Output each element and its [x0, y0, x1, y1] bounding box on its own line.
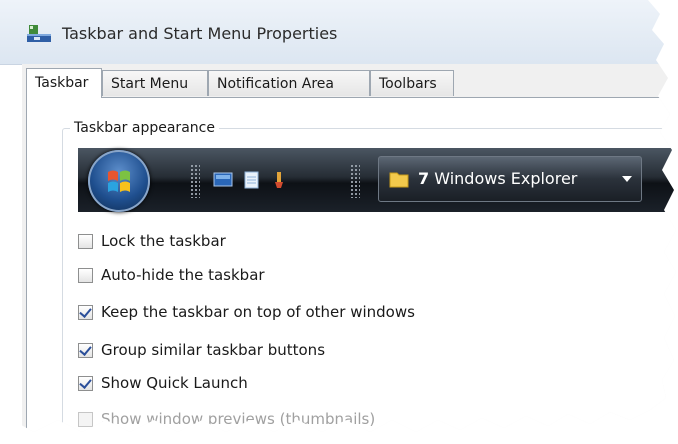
option-keep-on-top[interactable]: Keep the taskbar on top of other windows	[78, 301, 415, 323]
task-group-count: 7	[418, 169, 430, 188]
label-show-quick-launch: Show Quick Launch	[101, 374, 248, 392]
show-desktop-icon[interactable]	[212, 170, 234, 190]
checkbox-auto-hide[interactable]	[78, 267, 93, 283]
option-show-quick-launch[interactable]: Show Quick Launch	[78, 372, 248, 394]
option-group-buttons[interactable]: Group similar taskbar buttons	[78, 339, 325, 361]
tab-toolbars[interactable]: Toolbars	[370, 70, 454, 96]
title-bar: Taskbar and Start Menu Properties	[0, 0, 676, 65]
checkbox-lock-taskbar[interactable]	[78, 233, 93, 249]
windows-orb-icon	[88, 150, 150, 212]
taskbar-grip[interactable]	[190, 164, 200, 198]
checkbox-window-previews	[78, 411, 93, 427]
task-button-text: Windows Explorer	[434, 169, 578, 188]
taskbar-grip-2[interactable]	[350, 164, 360, 198]
tab-start-menu[interactable]: Start Menu	[102, 70, 208, 96]
notepad-icon[interactable]	[240, 170, 262, 190]
taskbar-properties-icon	[27, 25, 51, 42]
option-lock-taskbar[interactable]: Lock the taskbar	[78, 230, 226, 252]
checkbox-show-quick-launch[interactable]	[78, 375, 93, 391]
label-auto-hide: Auto-hide the taskbar	[101, 266, 265, 284]
checkbox-keep-on-top[interactable]	[78, 304, 93, 320]
label-lock-taskbar: Lock the taskbar	[101, 232, 226, 250]
task-button-label: 7 Windows Explorer	[418, 169, 577, 188]
window-title: Taskbar and Start Menu Properties	[62, 24, 338, 43]
paint-icon[interactable]	[268, 170, 290, 190]
group-label: Taskbar appearance	[70, 120, 219, 136]
label-window-previews: Show window previews (thumbnails)	[101, 410, 376, 428]
window: Taskbar and Start Menu Properties Taskba…	[0, 0, 676, 432]
tab-taskbar[interactable]: Taskbar	[26, 68, 102, 98]
label-keep-on-top: Keep the taskbar on top of other windows	[101, 303, 415, 321]
label-group-buttons: Group similar taskbar buttons	[101, 341, 326, 359]
option-window-previews: Show window previews (thumbnails)	[78, 408, 375, 430]
folder-icon	[389, 172, 409, 188]
chevron-down-icon[interactable]	[622, 176, 632, 182]
checkbox-group-buttons[interactable]	[78, 342, 93, 358]
option-auto-hide[interactable]: Auto-hide the taskbar	[78, 264, 265, 286]
tab-notification-area[interactable]: Notification Area	[208, 70, 370, 96]
